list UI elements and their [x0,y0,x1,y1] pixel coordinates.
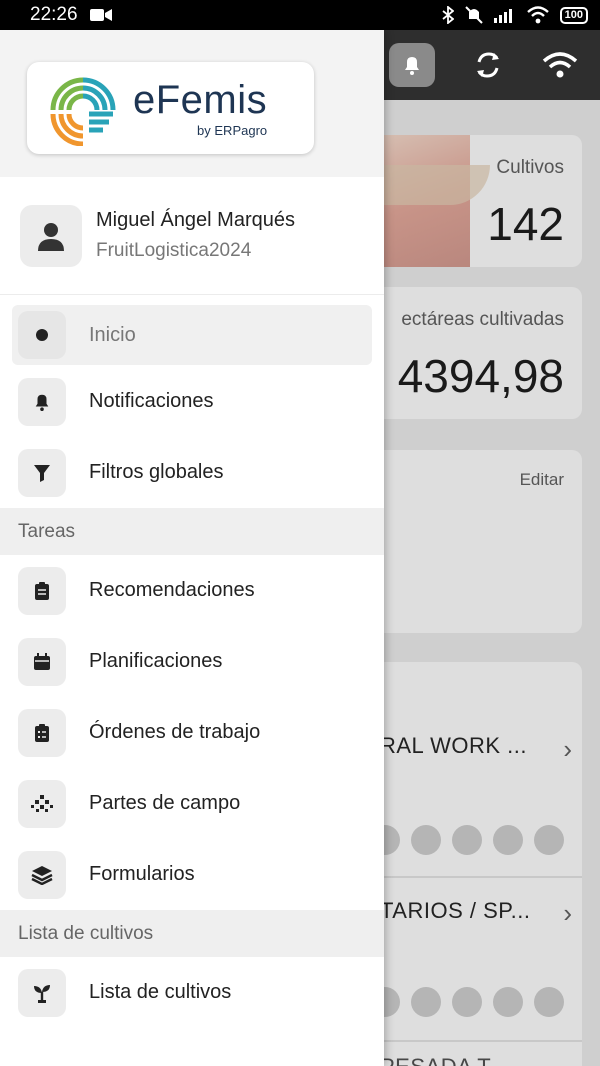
clipboard-mini-icon [534,825,564,855]
checklist-icon [18,708,66,757]
menu-item-inicio[interactable]: Inicio [12,305,372,365]
app-logo: eFemis by ERPagro [27,62,314,154]
menu-item-recomendaciones[interactable]: Recomendaciones [0,555,384,626]
sync-button[interactable] [465,43,511,87]
logo-name: eFemis [133,77,268,122]
chevron-right-icon[interactable]: › [563,898,572,929]
bluetooth-icon [442,6,454,24]
crops-value: 142 [487,198,564,250]
menu-item-partes-de-campo[interactable]: Partes de campo [0,768,384,839]
menu-item-planificaciones[interactable]: Planificaciones [0,626,384,697]
filter-icon [18,448,66,497]
status-time: 22:26 [30,4,78,25]
scissors-mini-icon [452,987,482,1017]
menu-item-ordenes-de-trabajo[interactable]: Órdenes de trabajo [0,697,384,768]
task-icons [370,825,564,855]
menu-item-label: Partes de campo [89,792,241,814]
mute-icon [464,6,483,24]
drawer-header: eFemis by ERPagro [0,30,384,177]
status-bar: 22:26 100 [0,0,600,30]
sync-icon [477,52,499,78]
menu-item-notificaciones[interactable]: Notificaciones [0,366,384,437]
tractor-mini-icon [411,987,441,1017]
navigation-drawer: eFemis by ERPagro Miguel Ángel Marqués F… [0,30,384,1066]
clipboard-mini-icon [534,987,564,1017]
connection-button[interactable] [537,43,583,87]
menu-item-label: Formularios [89,863,195,885]
notifications-button[interactable] [389,43,435,87]
section-header-tareas: Tareas [0,508,384,555]
task-row-title[interactable]: TARIOS / SP... [380,898,530,924]
bell-icon [405,57,419,75]
menu-item-label: Notificaciones [89,390,214,412]
wifi-status-icon [526,6,549,24]
menu-item-label: Inicio [89,323,136,346]
clipboard-icon [18,566,66,615]
logo-subtitle: by ERPagro [197,122,268,138]
menu-item-formularios[interactable]: Formularios [0,839,384,910]
video-camera-icon [89,9,112,21]
menu-item-lista-de-cultivos[interactable]: Lista de cultivos [0,957,384,1028]
menu-item-label: Lista de cultivos [89,981,232,1003]
menu-item-filtros-globales[interactable]: Filtros globales [0,437,384,508]
signal-icon [493,9,512,23]
layers-icon [18,850,66,899]
clipboard-mini-icon [493,825,523,855]
crops-label: Cultivos [496,157,564,178]
task-row-title[interactable]: RAL WORK ... [380,733,527,759]
tractor-mini-icon [411,825,441,855]
grid-dots-icon [18,779,66,828]
menu-item-label: Filtros globales [89,461,224,483]
menu-item-label: Planificaciones [89,650,223,672]
section-header-lista-de-cultivos: Lista de cultivos [0,910,384,957]
user-name: Miguel Ángel Marqués [96,209,295,231]
sprout-icon [18,968,66,1017]
calendar-icon [18,637,66,686]
user-organization: FruitLogistica2024 [96,240,252,261]
task-row-title[interactable]: PESADA T... [380,1054,509,1066]
hectares-label: ectáreas cultivadas [401,309,564,330]
hectares-value: 4394,98 [397,350,564,402]
scissors-mini-icon [452,825,482,855]
user-icon [38,222,64,251]
clipboard-mini-icon [493,987,523,1017]
dot-icon [18,311,66,359]
task-icons [370,987,564,1017]
avatar [20,204,82,267]
efemis-logo-icon [50,77,116,146]
edit-link[interactable]: Editar [520,470,564,490]
chevron-right-icon[interactable]: › [563,734,572,765]
wifi-icon [542,52,578,78]
bell-icon [18,377,66,426]
battery-indicator: 100 [559,6,588,24]
menu-item-label: Órdenes de trabajo [89,721,261,743]
menu-item-label: Recomendaciones [89,579,255,601]
user-profile[interactable]: Miguel Ángel Marqués FruitLogistica2024 [0,177,384,295]
